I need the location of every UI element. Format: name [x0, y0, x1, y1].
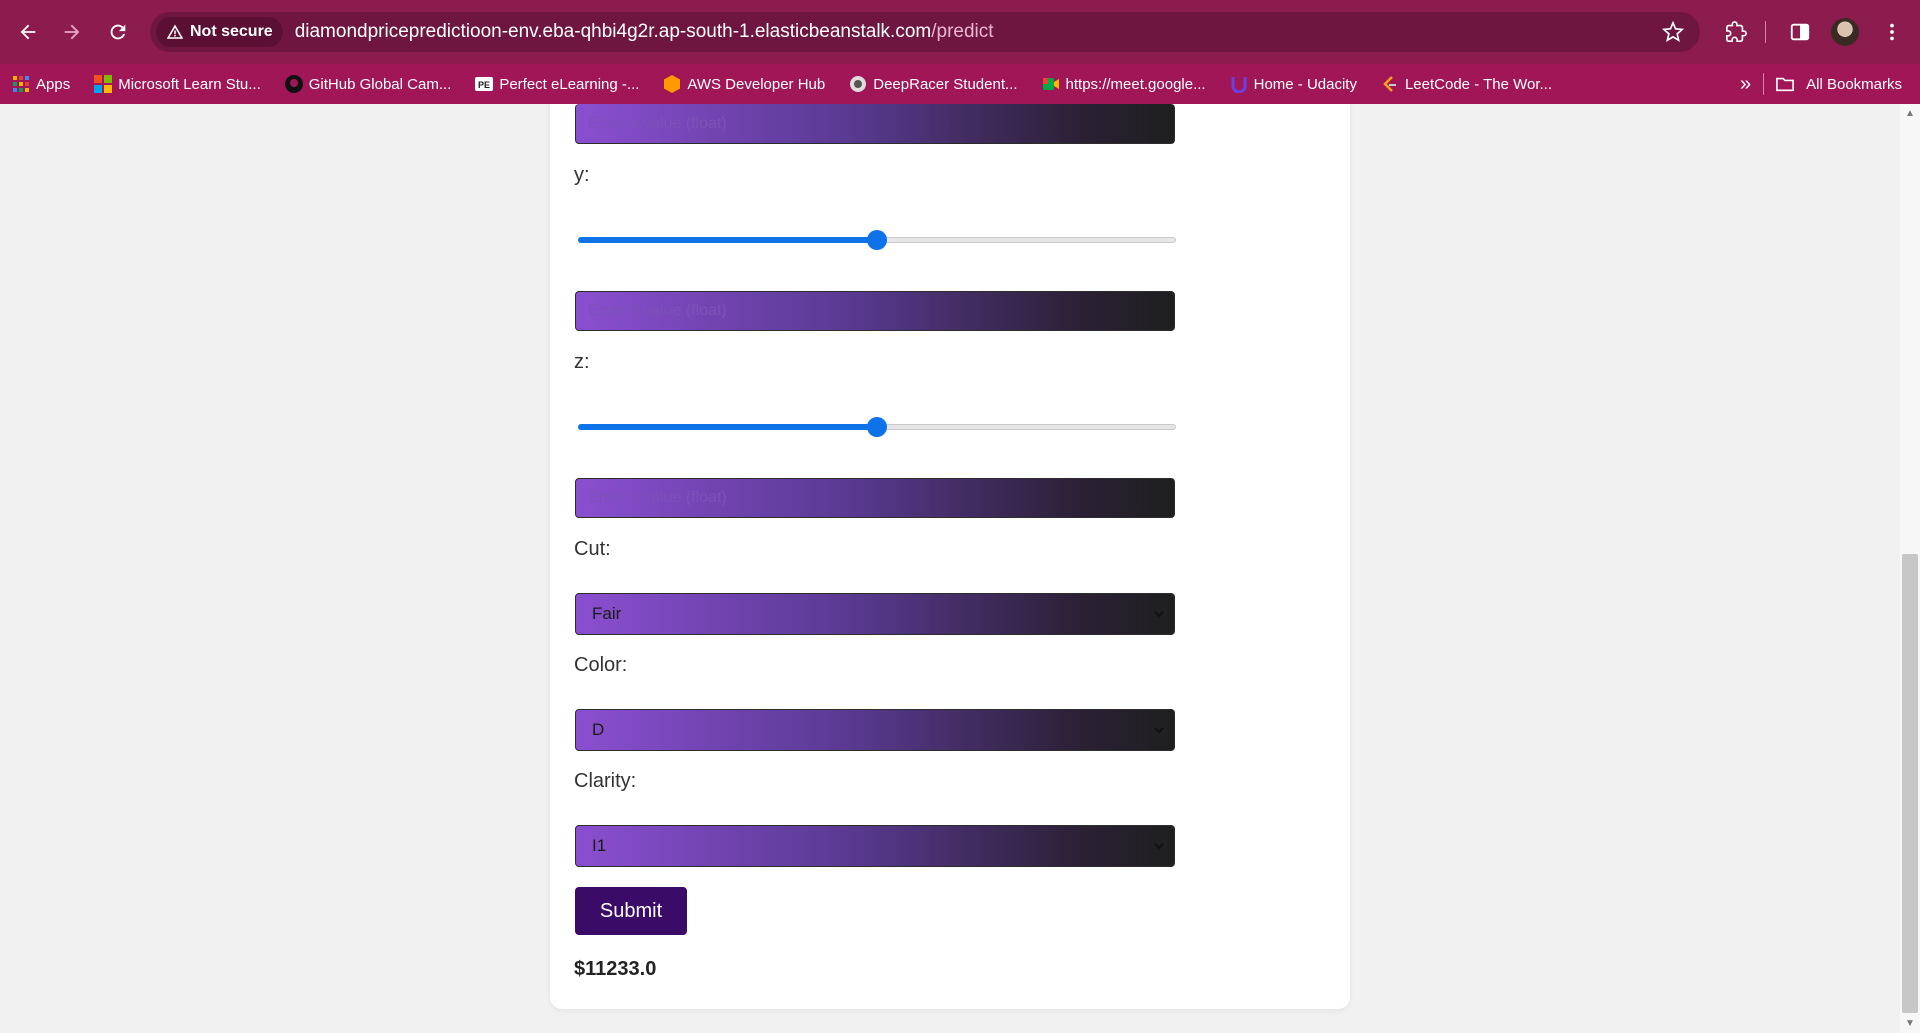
browser-toolbar: Not secure diamondpricepredictioon-env.e… — [0, 0, 1920, 64]
color-selected-value: D — [592, 720, 605, 739]
bookmark-microsoft-learn[interactable]: Microsoft Learn Stu... — [94, 75, 261, 93]
meet-icon — [1042, 75, 1060, 93]
scroll-down-icon[interactable]: ▼ — [1904, 1018, 1916, 1029]
chevron-down-icon — [1152, 722, 1166, 742]
folder-icon[interactable] — [1776, 75, 1795, 93]
z-slider-thumb[interactable] — [867, 417, 887, 437]
bookmarks-right: » All Bookmarks — [1740, 64, 1902, 104]
color-label: Color: — [574, 654, 628, 676]
bookmark-label: Microsoft Learn Stu... — [118, 75, 261, 93]
more-bookmarks-icon[interactable]: » — [1740, 73, 1751, 96]
cut-label: Cut: — [574, 538, 611, 560]
bookmark-label: Perfect eLearning -... — [499, 75, 640, 93]
bookmark-aws[interactable]: AWS Developer Hub — [663, 75, 825, 93]
cut-select[interactable]: Fair — [575, 593, 1175, 635]
color-select[interactable]: D — [575, 709, 1175, 751]
z-slider[interactable] — [578, 416, 1176, 437]
clarity-label: Clarity: — [574, 770, 637, 792]
bookmark-label: GitHub Global Cam... — [308, 75, 452, 93]
bookmarks-bar: Apps Microsoft Learn Stu... GitHub Globa… — [0, 64, 1920, 104]
chevron-down-icon — [1152, 606, 1166, 626]
bookmark-leetcode[interactable]: LeetCode - The Wor... — [1381, 75, 1552, 93]
z-placeholder: Enter z value (float) — [588, 489, 727, 506]
bookmark-deepracer[interactable]: DeepRacer Student... — [849, 75, 1018, 93]
y-input[interactable]: Enter y value (float) — [575, 291, 1175, 331]
submit-button[interactable]: Submit — [575, 887, 687, 935]
z-input[interactable]: Enter z value (float) — [575, 478, 1175, 518]
reload-icon[interactable] — [100, 14, 136, 50]
cut-selected-value: Fair — [592, 604, 622, 623]
bookmark-meet[interactable]: https://meet.google... — [1042, 75, 1206, 93]
y-label: y: — [574, 164, 590, 186]
bookmark-label: Apps — [36, 75, 71, 93]
security-chip[interactable]: Not secure — [156, 17, 283, 47]
bookmark-apps[interactable]: Apps — [12, 75, 70, 93]
prediction-result: $11233.0 — [574, 958, 657, 980]
udacity-icon — [1230, 75, 1248, 93]
toolbar-separator — [1764, 14, 1766, 50]
chevron-down-icon — [1152, 838, 1166, 858]
security-label: Not secure — [190, 23, 273, 40]
scroll-thumb[interactable] — [1902, 554, 1918, 1013]
bookmark-star-icon[interactable] — [1661, 20, 1685, 48]
profile-avatar[interactable] — [1827, 14, 1863, 50]
y-slider[interactable] — [578, 229, 1176, 250]
url-path: /predict — [931, 21, 994, 42]
github-icon — [284, 75, 303, 93]
extensions-icon[interactable] — [1718, 14, 1754, 50]
url-host: diamondpricepredictioon-env.eba-qhbi4g2r… — [294, 21, 932, 42]
bookmark-perfect-elearning[interactable]: PE Perfect eLearning -... — [475, 75, 639, 93]
bookmark-label: https://meet.google... — [1065, 75, 1206, 93]
aws-icon — [663, 75, 681, 93]
side-panel-icon[interactable] — [1782, 14, 1818, 50]
z-slider-fill — [578, 424, 877, 430]
x-input[interactable]: Enter x value (float) — [575, 104, 1175, 144]
bookmark-label: LeetCode - The Wor... — [1404, 75, 1552, 93]
bookmark-label: AWS Developer Hub — [687, 75, 826, 93]
pe-icon: PE — [475, 75, 494, 93]
z-label: z: — [574, 351, 590, 373]
svg-text:PE: PE — [478, 80, 490, 90]
bookmark-label: DeepRacer Student... — [873, 75, 1018, 93]
bookmarks-separator — [1763, 73, 1765, 95]
clarity-selected-value: I1 — [592, 836, 607, 855]
forward-icon[interactable] — [54, 14, 90, 50]
page-scrollbar[interactable]: ▲ ▼ — [1900, 104, 1920, 1033]
microsoft-icon — [94, 75, 113, 93]
address-bar[interactable]: Not secure diamondpricepredictioon-env.e… — [150, 12, 1700, 52]
all-bookmarks-link[interactable]: All Bookmarks — [1806, 76, 1902, 93]
deepracer-icon — [849, 75, 867, 93]
scroll-up-icon[interactable]: ▲ — [1904, 108, 1916, 119]
clarity-select[interactable]: I1 — [575, 825, 1175, 867]
back-icon[interactable] — [10, 14, 46, 50]
apps-grid-icon — [12, 75, 30, 93]
leetcode-icon — [1381, 75, 1399, 93]
y-slider-thumb[interactable] — [867, 230, 887, 250]
menu-kebab-icon[interactable] — [1874, 14, 1910, 50]
y-placeholder: Enter y value (float) — [588, 302, 727, 319]
warning-icon — [166, 24, 184, 39]
bookmark-udacity[interactable]: Home - Udacity — [1230, 75, 1357, 93]
bookmark-label: Home - Udacity — [1253, 75, 1357, 93]
bookmark-github[interactable]: GitHub Global Cam... — [284, 75, 452, 93]
y-slider-fill — [578, 237, 877, 243]
url-text[interactable]: diamondpricepredictioon-env.eba-qhbi4g2r… — [295, 21, 994, 43]
x-placeholder: Enter x value (float) — [588, 114, 727, 132]
